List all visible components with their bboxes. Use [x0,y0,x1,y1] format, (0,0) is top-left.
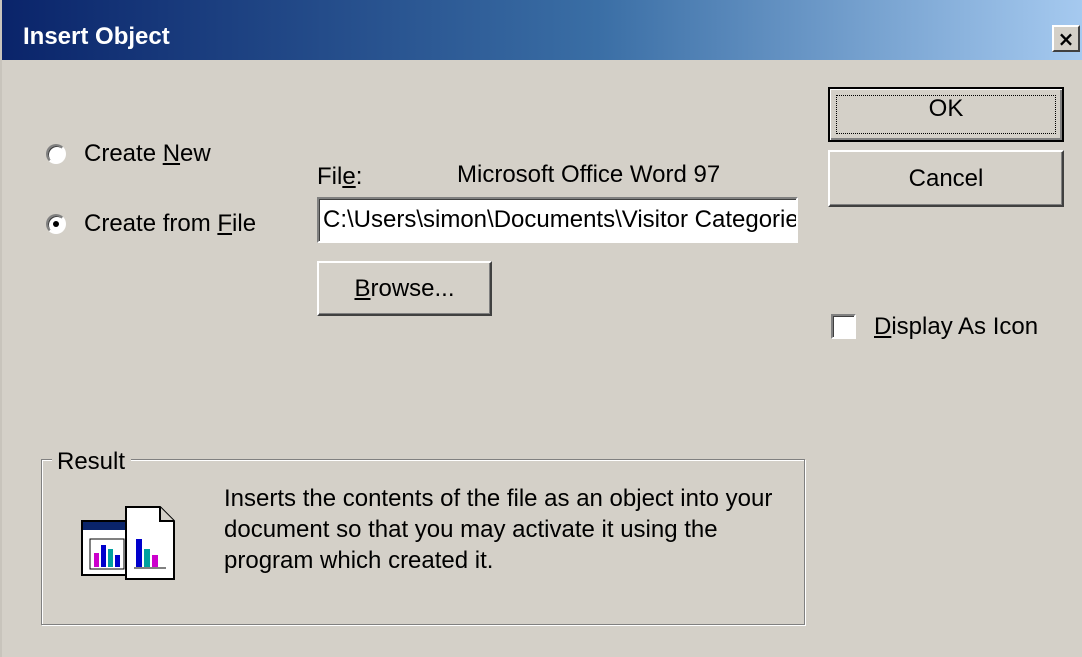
dialog-title: Insert Object [23,23,170,50]
file-path-input[interactable]: C:\Users\simon\Documents\Visitor Categor… [317,197,798,243]
display-as-icon-label[interactable]: Display As Icon [874,312,1038,342]
file-label: File: [317,163,363,190]
close-button[interactable]: × [1052,25,1080,52]
title-bar[interactable]: Insert Object × [2,0,1082,60]
close-icon: × [1057,26,1075,51]
create-from-file-radio[interactable] [46,214,66,234]
ok-button[interactable]: OK [828,87,1064,142]
ok-button-label: OK [928,94,964,122]
create-new-label: Create New [84,140,211,167]
insert-file-object-icon [81,506,175,580]
create-from-file-option[interactable]: Create from File [46,209,256,239]
insert-object-dialog: Insert Object × Create New Create from F… [0,0,1082,657]
create-new-option[interactable]: Create New [46,139,211,169]
display-as-icon-checkbox[interactable] [831,314,856,339]
browse-button[interactable]: Browse... [317,261,492,316]
create-from-file-label: Create from File [84,210,257,237]
create-new-radio[interactable] [46,144,66,164]
result-group-label: Result [52,448,132,476]
browse-button-label: Browse... [354,274,455,302]
cancel-button-label: Cancel [908,164,984,192]
file-type-text: Microsoft Office Word 97 [457,161,721,188]
result-description: Inserts the contents of the file as an o… [224,485,773,574]
cancel-button[interactable]: Cancel [828,150,1064,207]
